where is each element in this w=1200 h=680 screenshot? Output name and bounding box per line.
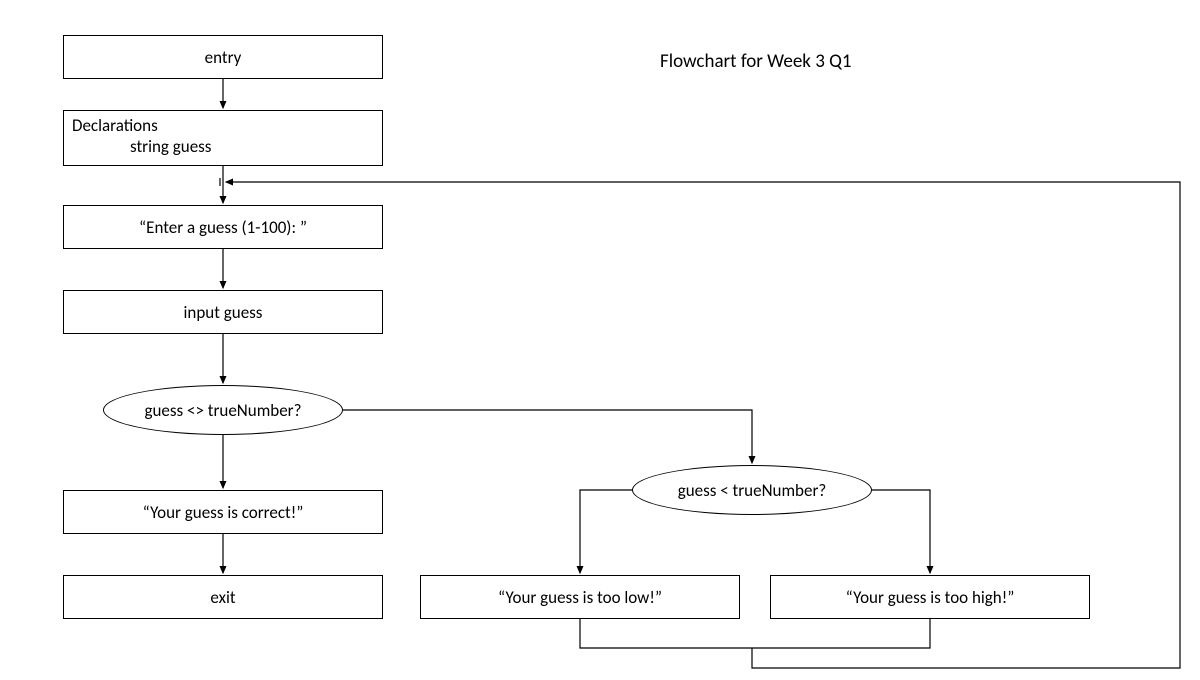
node-input: input guess [63,290,383,334]
node-entry-label: entry [205,47,242,68]
flowchart-title: Flowchart for Week 3 Q1 [660,50,852,73]
node-decision-less-than: guess < trueNumber? [632,465,872,515]
node-declarations-header: Declarations [72,115,374,136]
node-prompt: “Enter a guess (1-100): ” [63,205,383,249]
node-exit: exit [63,575,383,619]
node-correct: “Your guess is correct!” [63,490,383,534]
node-input-label: input guess [184,302,263,323]
node-declarations: Declarations string guess [63,110,383,166]
node-prompt-label: “Enter a guess (1-100): ” [139,217,307,238]
node-decision-not-equal-label: guess <> trueNumber? [144,400,301,421]
node-exit-label: exit [210,587,235,608]
node-too-low: “Your guess is too low!” [420,575,740,619]
node-too-high: “Your guess is too high!” [770,575,1090,619]
node-too-high-label: “Your guess is too high!” [846,587,1015,608]
node-decision-not-equal: guess <> trueNumber? [103,385,343,435]
node-decision-less-than-label: guess < trueNumber? [678,480,827,501]
node-declarations-body: string guess [72,136,374,157]
node-entry: entry [63,35,383,79]
node-too-low-label: “Your guess is too low!” [498,587,662,608]
node-correct-label: “Your guess is correct!” [143,502,304,523]
